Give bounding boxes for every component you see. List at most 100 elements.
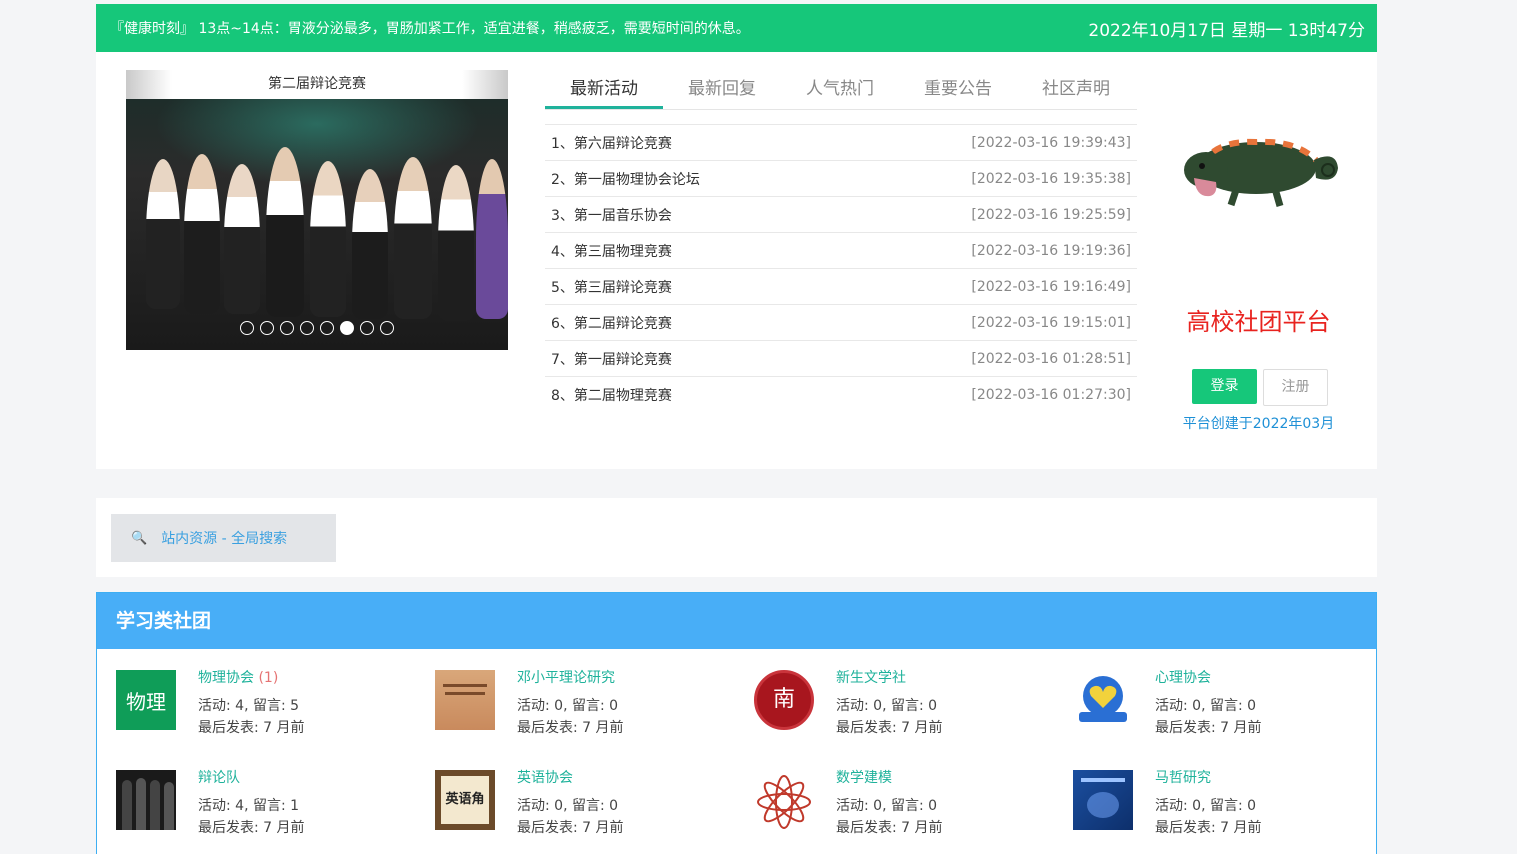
tab-latest-activity[interactable]: 最新活动 xyxy=(545,70,663,109)
carousel-dot[interactable] xyxy=(280,321,294,335)
activity-title[interactable]: 6、第二届辩论竞赛 xyxy=(551,313,672,333)
list-item[interactable]: 2、第一届物理协会论坛 [2022-03-16 19:35:38] xyxy=(545,160,1137,196)
login-button[interactable]: 登录 xyxy=(1192,369,1257,404)
club-name[interactable]: 辩论队 xyxy=(198,770,240,786)
club-card: 南 新生文学社 活动: 0, 留言: 0 最后发表: 7 月前 xyxy=(754,670,1073,736)
activity-time: [2022-03-16 19:19:36] xyxy=(971,242,1131,259)
club-card: 心理协会 活动: 0, 留言: 0 最后发表: 7 月前 xyxy=(1073,670,1376,736)
club-card: 辩论队 活动: 4, 留言: 1 最后发表: 7 月前 xyxy=(116,770,435,836)
club-logo[interactable]: 英语角 xyxy=(435,770,495,830)
club-name[interactable]: 邓小平理论研究 xyxy=(517,670,615,686)
global-search-label[interactable]: 站内资源 - 全局搜索 xyxy=(161,528,287,548)
activity-title[interactable]: 2、第一届物理协会论坛 xyxy=(551,169,700,189)
list-item[interactable]: 3、第一届音乐协会 [2022-03-16 19:25:59] xyxy=(545,196,1137,232)
club-stats: 活动: 0, 留言: 0 xyxy=(836,798,938,814)
club-name[interactable]: 物理协会 xyxy=(198,670,254,686)
club-name[interactable]: 数学建模 xyxy=(836,770,892,786)
club-name[interactable]: 新生文学社 xyxy=(836,670,906,686)
carousel-dot[interactable] xyxy=(260,321,274,335)
current-datetime: 2022年10月17日 星期一 13时47分 xyxy=(1088,20,1365,41)
list-item[interactable]: 8、第二届物理竞赛 [2022-03-16 01:27:30] xyxy=(545,376,1137,412)
list-item[interactable]: 7、第一届辩论竞赛 [2022-03-16 01:28:51] xyxy=(545,340,1137,376)
club-card: 马哲研究 活动: 0, 留言: 0 最后发表: 7 月前 xyxy=(1073,770,1376,836)
carousel-dot[interactable] xyxy=(360,321,374,335)
club-logo-text: 英语角 xyxy=(441,776,489,824)
activity-title[interactable]: 8、第二届物理竞赛 xyxy=(551,385,672,405)
list-item[interactable]: 1、第六届辩论竞赛 [2022-03-16 19:39:43] xyxy=(545,124,1137,160)
activity-title[interactable]: 7、第一届辩论竞赛 xyxy=(551,349,672,369)
tab-announcements[interactable]: 重要公告 xyxy=(899,70,1017,109)
club-name[interactable]: 心理协会 xyxy=(1155,670,1211,686)
global-search-button[interactable]: 🔍 站内资源 - 全局搜索 xyxy=(111,514,336,562)
activity-time: [2022-03-16 01:28:51] xyxy=(971,350,1131,367)
activity-time: [2022-03-16 01:27:30] xyxy=(971,386,1131,403)
top-panel: 第二届辩论竞赛 最新活动 最新回复 人气热门 重要公告 社区声明 1、第六届辩论… xyxy=(96,52,1377,469)
activity-title[interactable]: 5、第三届辩论竞赛 xyxy=(551,277,672,297)
health-tip-text: 『健康时刻』 13点~14点：胃液分泌最多，胃肠加紧工作，适宜进餐，稍感疲乏，需… xyxy=(110,21,750,37)
category-title: 学习类社团 xyxy=(97,593,1376,649)
tab-community-statement[interactable]: 社区声明 xyxy=(1017,70,1135,109)
club-stats: 活动: 4, 留言: 1 xyxy=(198,798,300,814)
list-item[interactable]: 6、第二届辩论竞赛 [2022-03-16 19:15:01] xyxy=(545,304,1137,340)
club-grid: 物理 物理协会 (1) 活动: 4, 留言: 5 最后发表: 7 月前 邓小平理… xyxy=(116,670,1376,836)
club-logo-text: 物理 xyxy=(126,689,166,714)
club-logo[interactable] xyxy=(435,670,495,730)
club-last-post: 最后发表: 7 月前 xyxy=(836,720,943,736)
club-last-post: 最后发表: 7 月前 xyxy=(1155,820,1262,836)
club-logo[interactable]: 南 xyxy=(754,670,814,730)
club-logo[interactable] xyxy=(116,770,176,830)
featured-carousel[interactable]: 第二届辩论竞赛 xyxy=(126,70,508,350)
tab-latest-replies[interactable]: 最新回复 xyxy=(663,70,781,109)
carousel-indicators[interactable] xyxy=(126,321,508,335)
carousel-dot[interactable] xyxy=(320,321,334,335)
chameleon-mascot-icon xyxy=(1184,138,1338,207)
club-card: 邓小平理论研究 活动: 0, 留言: 0 最后发表: 7 月前 xyxy=(435,670,754,736)
club-logo[interactable] xyxy=(1073,770,1133,830)
club-stats: 活动: 0, 留言: 0 xyxy=(517,698,619,714)
club-last-post: 最后发表: 7 月前 xyxy=(517,820,624,836)
club-name[interactable]: 英语协会 xyxy=(517,770,573,786)
activity-title[interactable]: 4、第三届物理竞赛 xyxy=(551,241,672,261)
activity-time: [2022-03-16 19:35:38] xyxy=(971,170,1131,187)
activity-list: 1、第六届辩论竞赛 [2022-03-16 19:39:43] 2、第一届物理协会… xyxy=(545,124,1137,412)
activity-title[interactable]: 1、第六届辩论竞赛 xyxy=(551,133,672,153)
club-card: 数学建模 活动: 0, 留言: 0 最后发表: 7 月前 xyxy=(754,770,1073,836)
carousel-image[interactable] xyxy=(126,99,508,350)
flower-logo-icon[interactable] xyxy=(754,770,814,830)
club-stats: 活动: 0, 留言: 0 xyxy=(517,798,619,814)
carousel-dot[interactable] xyxy=(240,321,254,335)
carousel-dot[interactable] xyxy=(380,321,394,335)
list-item[interactable]: 5、第三届辩论竞赛 [2022-03-16 19:16:49] xyxy=(545,268,1137,304)
carousel-dot-active[interactable] xyxy=(340,321,354,335)
tab-popular[interactable]: 人气热门 xyxy=(781,70,899,109)
activity-tabs: 最新活动 最新回复 人气热门 重要公告 社区声明 xyxy=(545,70,1137,110)
search-panel: 🔍 站内资源 - 全局搜索 xyxy=(96,498,1377,577)
carousel-caption[interactable]: 第二届辩论竞赛 xyxy=(126,70,508,99)
club-stats: 活动: 0, 留言: 0 xyxy=(1155,798,1257,814)
register-button[interactable]: 注册 xyxy=(1263,369,1328,406)
magnifier-icon: 🔍 xyxy=(131,530,148,546)
club-logo[interactable]: 物理 xyxy=(116,670,176,730)
carousel-dot[interactable] xyxy=(300,321,314,335)
club-last-post: 最后发表: 7 月前 xyxy=(1155,720,1262,736)
club-stats: 活动: 0, 留言: 0 xyxy=(836,698,938,714)
club-new-count-badge: (1) xyxy=(258,670,279,686)
activity-time: [2022-03-16 19:16:49] xyxy=(971,278,1131,295)
club-name[interactable]: 马哲研究 xyxy=(1155,770,1211,786)
activity-time: [2022-03-16 19:39:43] xyxy=(971,134,1131,151)
club-last-post: 最后发表: 7 月前 xyxy=(836,820,943,836)
club-category-panel: 学习类社团 物理 物理协会 (1) 活动: 4, 留言: 5 最后发表: 7 月… xyxy=(96,592,1377,854)
heart-logo-icon[interactable] xyxy=(1073,670,1133,730)
club-logo-text: 南 xyxy=(754,670,814,730)
list-item[interactable]: 4、第三届物理竞赛 [2022-03-16 19:19:36] xyxy=(545,232,1137,268)
club-last-post: 最后发表: 7 月前 xyxy=(198,820,305,836)
club-card: 物理 物理协会 (1) 活动: 4, 留言: 5 最后发表: 7 月前 xyxy=(116,670,435,736)
activity-title[interactable]: 3、第一届音乐协会 xyxy=(551,205,672,225)
club-last-post: 最后发表: 7 月前 xyxy=(517,720,624,736)
activity-time: [2022-03-16 19:15:01] xyxy=(971,314,1131,331)
club-stats: 活动: 0, 留言: 0 xyxy=(1155,698,1257,714)
club-card: 英语角 英语协会 活动: 0, 留言: 0 最后发表: 7 月前 xyxy=(435,770,754,836)
club-stats: 活动: 4, 留言: 5 xyxy=(198,698,300,714)
activity-time: [2022-03-16 19:25:59] xyxy=(971,206,1131,223)
club-last-post: 最后发表: 7 月前 xyxy=(198,720,305,736)
